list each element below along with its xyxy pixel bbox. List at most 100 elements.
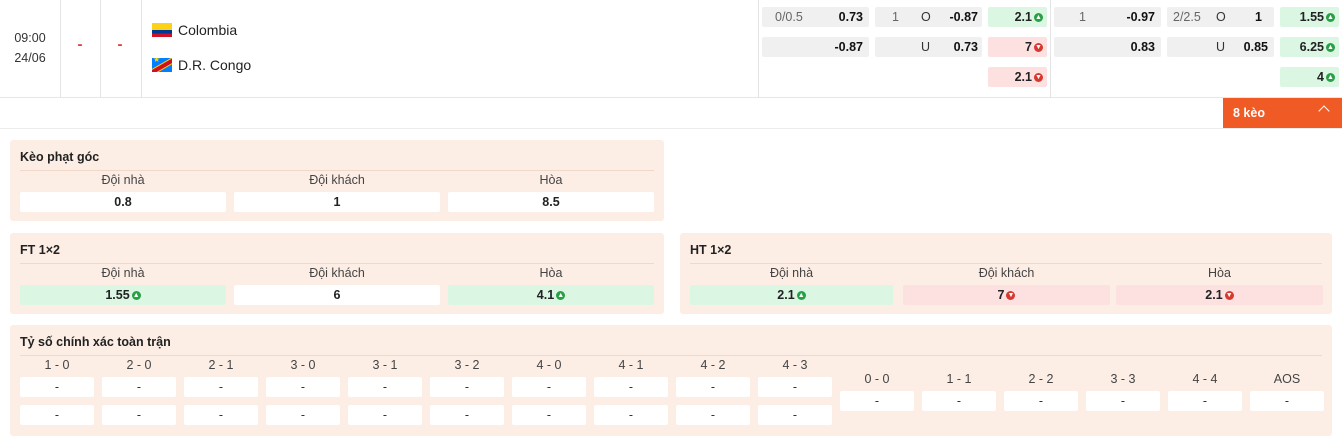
ht-1x2-home-cell[interactable]: 1.55 ▲ — [1280, 7, 1339, 27]
ft-over-cell[interactable]: 1 O -0.87 — [875, 7, 982, 27]
home-team-name: Colombia — [178, 22, 238, 38]
ht-under-cell[interactable]: U 0.85 — [1167, 37, 1274, 57]
chevron-up-icon — [1318, 105, 1330, 117]
ft-1x2-home-cell[interactable]: 2.1 ▲ — [988, 7, 1047, 27]
ht-home-odd-box[interactable]: 2.1 ▲ — [690, 285, 893, 305]
ft-handicap-home-cell[interactable]: 0/0.5 0.73 — [762, 7, 869, 27]
score-label: 3 - 0 — [290, 358, 316, 372]
ft-over-label: O — [921, 10, 931, 24]
ht-handicap-away-cell[interactable]: 0.83 — [1054, 37, 1161, 57]
draw-score-label: 1 - 1 — [946, 372, 972, 386]
corner-panel: Kèo phạt góc Đội nhà Đội khách Hòa 0.8 1… — [10, 140, 664, 221]
draw-score-label: AOS — [1273, 372, 1301, 386]
score-label: 4 - 2 — [700, 358, 726, 372]
divider — [1050, 0, 1051, 98]
draw-score-odd[interactable]: - — [1168, 391, 1242, 411]
draw-score-label: 3 - 3 — [1110, 372, 1136, 386]
ft-under-cell[interactable]: U 0.73 — [875, 37, 982, 57]
score-label: 3 - 1 — [372, 358, 398, 372]
ht-1x2-draw-odd: 4 — [1317, 70, 1324, 84]
ft-1x2-draw-cell[interactable]: 2.1 ▼ — [988, 67, 1047, 87]
home-win-score-odd[interactable]: - — [348, 377, 422, 397]
divider — [141, 0, 142, 98]
ft-handicap-away-cell[interactable]: -0.87 — [762, 37, 869, 57]
corner-away-odd[interactable]: 1 — [234, 192, 440, 212]
score-label: 4 - 0 — [536, 358, 562, 372]
divider — [0, 128, 1342, 129]
col-home-label: Đội nhà — [101, 173, 145, 187]
ht-under-odd: 0.85 — [1243, 40, 1268, 54]
home-win-score-odd[interactable]: - — [594, 377, 668, 397]
home-win-score-odd[interactable]: - — [266, 377, 340, 397]
home-win-score-odd[interactable]: - — [430, 377, 504, 397]
away-win-score-odd[interactable]: - — [102, 405, 176, 425]
ft-draw-odd-box[interactable]: 4.1 ▲ — [448, 285, 654, 305]
home-win-score-odd[interactable]: - — [184, 377, 258, 397]
draw-score-odd[interactable]: - — [922, 391, 996, 411]
ht-handicap-home-odd: -0.97 — [1126, 10, 1156, 24]
away-win-score-odd[interactable]: - — [348, 405, 422, 425]
away-win-score-odd[interactable]: - — [430, 405, 504, 425]
ft-away-odd[interactable]: 6 — [234, 285, 440, 305]
away-win-score-odd[interactable]: - — [184, 405, 258, 425]
ht-over-odd: 1 — [1255, 10, 1262, 24]
draw-score-odd[interactable]: - — [840, 391, 914, 411]
correct-score-panel: Tỷ số chính xác toàn trận 1 - 0--2 - 0--… — [10, 325, 1332, 436]
col-away-label: Đội khách — [309, 266, 365, 280]
more-odds-button[interactable]: 8 kèo — [1223, 98, 1342, 128]
ht-home-odd: 2.1 — [777, 288, 795, 302]
col-away-label: Đội khách — [309, 173, 365, 187]
home-win-score-odd[interactable]: - — [758, 377, 832, 397]
arrow-down-circle-icon: ▼ — [1006, 290, 1016, 300]
ht-1x2-away-cell[interactable]: 6.25 ▲ — [1280, 37, 1339, 57]
corner-home-odd[interactable]: 0.8 — [20, 192, 226, 212]
arrow-up-circle-icon: ▲ — [1326, 72, 1335, 82]
ht-ou-line: 2/2.5 — [1173, 10, 1201, 24]
ht-1x2-away-odd: 6.25 — [1299, 40, 1324, 54]
away-win-score-odd[interactable]: - — [758, 405, 832, 425]
more-odds-label: 8 kèo — [1233, 106, 1265, 120]
ft-1x2-away-cell[interactable]: 7 ▼ — [988, 37, 1047, 57]
ht-away-odd-box[interactable]: 7 ▼ — [903, 285, 1110, 305]
ht-1x2-draw-cell[interactable]: 4 ▲ — [1280, 67, 1339, 87]
colombia-flag-icon — [152, 23, 172, 37]
away-win-score-odd[interactable]: - — [20, 405, 94, 425]
draw-score-odd[interactable]: - — [1250, 391, 1324, 411]
ft-home-odd: 1.55 — [105, 288, 130, 302]
home-team[interactable]: Colombia — [152, 20, 237, 40]
home-win-score-odd[interactable]: - — [20, 377, 94, 397]
draw-score-odd[interactable]: - — [1086, 391, 1160, 411]
home-win-score-odd[interactable]: - — [512, 377, 586, 397]
ht-handicap-away-odd: 0.83 — [1130, 40, 1155, 54]
score-label: 3 - 2 — [454, 358, 480, 372]
score-label: 2 - 0 — [126, 358, 152, 372]
away-win-score-odd[interactable]: - — [676, 405, 750, 425]
arrow-up-circle-icon: ▲ — [131, 290, 141, 300]
away-win-score-odd[interactable]: - — [512, 405, 586, 425]
ht-over-cell[interactable]: 2/2.5 O 1 — [1167, 7, 1274, 27]
draw-score-odd[interactable]: - — [1004, 391, 1078, 411]
col-draw-label: Hòa — [539, 266, 563, 280]
ft-under-odd: 0.73 — [953, 40, 978, 54]
away-win-score-odd[interactable]: - — [266, 405, 340, 425]
ht-1x2-panel: HT 1×2 Đội nhà Đội khách Hòa 2.1 ▲ 7 ▼ 2… — [680, 233, 1332, 314]
away-win-score-odd[interactable]: - — [594, 405, 668, 425]
home-win-score-odd[interactable]: - — [102, 377, 176, 397]
corner-draw-odd[interactable]: 8.5 — [448, 192, 654, 212]
ft-1x2-draw-odd: 2.1 — [1014, 70, 1032, 84]
divider — [20, 263, 654, 264]
ht-over-label: O — [1216, 10, 1226, 24]
ht-draw-odd-box[interactable]: 2.1 ▼ — [1116, 285, 1323, 305]
home-win-score-odd[interactable]: - — [676, 377, 750, 397]
col-draw-label: Hòa — [539, 173, 563, 187]
ht-draw-odd: 2.1 — [1205, 288, 1223, 302]
ft-1x2-home-odd: 2.1 — [1014, 10, 1032, 24]
arrow-up-circle-icon: ▲ — [1326, 12, 1335, 22]
away-team[interactable]: D.R. Congo — [152, 55, 251, 75]
ft-home-odd-box[interactable]: 1.55 ▲ — [20, 285, 226, 305]
match-time: 09:00 24/06 — [0, 28, 60, 68]
col-draw-label: Hòa — [1208, 266, 1231, 280]
divider — [690, 263, 1322, 264]
ht-handicap-home-cell[interactable]: 1 -0.97 — [1054, 7, 1161, 27]
match-row[interactable]: 09:00 24/06 - - Colombia D.R. Congo 0/0.… — [0, 0, 1342, 98]
